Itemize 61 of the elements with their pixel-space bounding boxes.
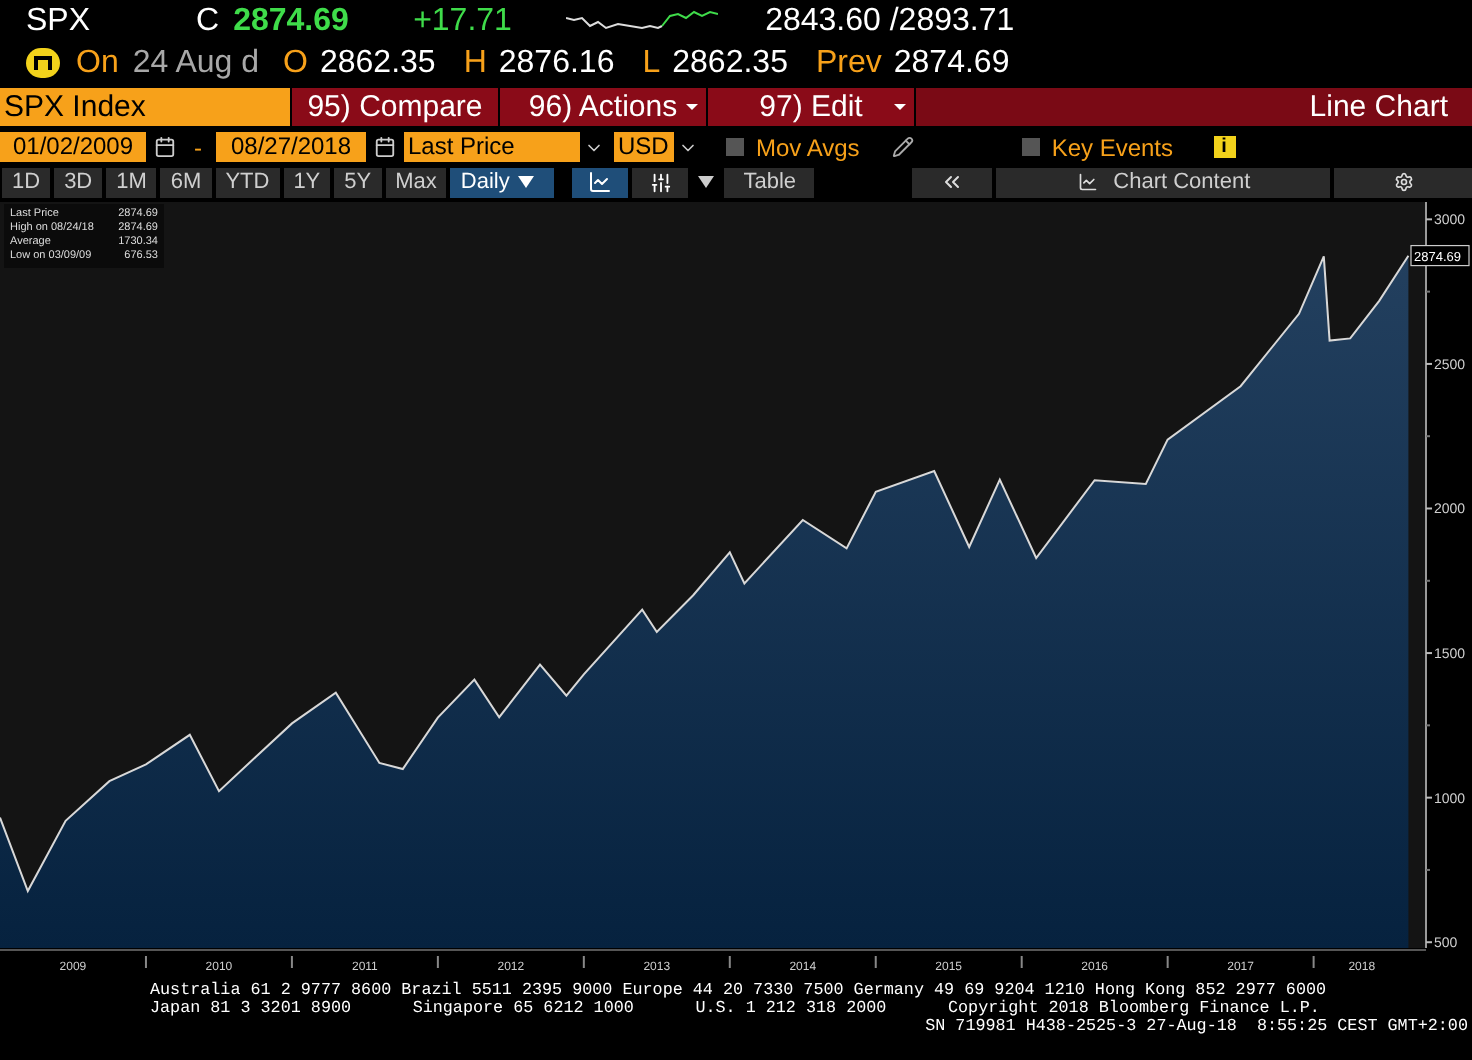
menu-button[interactable]: 95) Compare xyxy=(292,88,498,126)
period-button[interactable]: 1D xyxy=(2,167,51,197)
day-range: 2843.60 /2893.71 xyxy=(765,1,1015,41)
pencil-icon[interactable] xyxy=(891,136,914,158)
on-label: On xyxy=(76,43,119,83)
field-dropdown[interactable]: Last Price xyxy=(404,132,580,162)
status-icon xyxy=(26,48,60,78)
field-value: 2876.16 xyxy=(498,43,615,83)
sliders-icon xyxy=(649,171,672,193)
chart-content-button[interactable]: Chart Content xyxy=(996,167,1331,197)
line-chart-button[interactable] xyxy=(572,167,629,197)
contact-entry: U.S. 1 212 318 2000 xyxy=(695,1000,887,1018)
contact-entry: Singapore 65 6212 1000 xyxy=(412,1000,634,1018)
ticker: SPX xyxy=(26,1,93,41)
collapse-button[interactable] xyxy=(912,167,993,197)
line-chart-icon xyxy=(1077,172,1098,192)
date-separator: - xyxy=(194,131,202,165)
info-button[interactable]: i xyxy=(1213,136,1236,158)
sliders-button[interactable] xyxy=(632,167,689,197)
field-value: 2874.69 xyxy=(893,43,1010,83)
caret-icon xyxy=(517,176,534,188)
security-field[interactable]: SPX Index xyxy=(0,88,290,126)
period-button[interactable]: 1M xyxy=(106,167,157,197)
option-label: Mov Avgs xyxy=(756,131,860,165)
currency-dropdown[interactable]: USD xyxy=(614,132,674,162)
menu-button[interactable]: 96) Actions xyxy=(500,88,706,126)
price-change: +17.71 xyxy=(413,1,514,41)
menu-button[interactable]: 97) Edit xyxy=(708,88,914,126)
double-chevron-icon xyxy=(940,170,965,194)
option-label: Key Events xyxy=(1051,131,1174,165)
table-button[interactable]: Table xyxy=(724,167,815,197)
calendar-icon[interactable] xyxy=(374,136,396,158)
view-title: Line Chart xyxy=(916,88,1472,126)
period-button[interactable]: 3D xyxy=(54,167,103,197)
field-label: Prev xyxy=(815,43,882,83)
field-label: O xyxy=(283,43,308,83)
frequency-dropdown[interactable]: Daily xyxy=(450,167,555,197)
checkbox[interactable] xyxy=(726,138,744,156)
contact-entry: Copyright 2018 Bloomberg Finance L.P. xyxy=(948,1000,1320,1018)
field-value: 2862.35 xyxy=(319,43,436,83)
contact-line: Australia 61 2 9777 8600 Brazil 5511 2395 9000 Europe 44 20 7330 7500 Germany 49 69 9204 1210 Hong Kong 852 2977 6000 xyxy=(150,982,1327,1000)
period-button[interactable]: Max xyxy=(385,167,447,197)
settings-icon xyxy=(1393,172,1414,192)
session-info: SN 719981 H438-2525-3 27-Aug-18 8:55:25 CEST GMT+2:00 xyxy=(923,1018,1468,1036)
field-value: 2862.35 xyxy=(672,43,788,83)
field-label: H xyxy=(463,43,487,83)
settings-button[interactable] xyxy=(1334,167,1472,197)
contact-entry: Japan 81 3 3201 8900 xyxy=(150,1000,352,1018)
line-chart-icon xyxy=(588,170,613,194)
quote-date: 24 Aug d xyxy=(132,43,260,83)
period-button[interactable]: 1Y xyxy=(283,167,331,197)
end-date-field[interactable]: 08/27/2018 xyxy=(216,132,366,162)
last-price: 2874.69 xyxy=(233,1,351,41)
period-button[interactable]: YTD xyxy=(215,167,280,197)
field-label: L xyxy=(642,43,661,83)
period-button[interactable]: 6M xyxy=(160,167,212,197)
checkbox[interactable] xyxy=(1021,138,1040,156)
close-label: C xyxy=(196,1,220,41)
calendar-icon[interactable] xyxy=(154,136,176,158)
start-date-field[interactable]: 01/02/2009 xyxy=(0,132,146,162)
period-button[interactable]: 5Y xyxy=(334,167,382,197)
